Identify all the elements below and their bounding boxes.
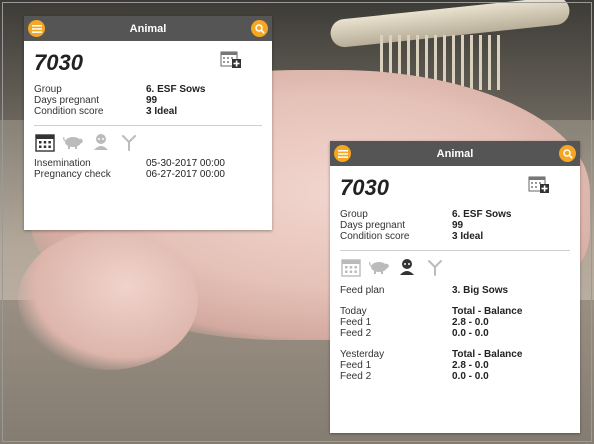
page-title: Animal: [436, 147, 474, 160]
event-date: 05-30-2017 00:00: [146, 158, 225, 169]
tab-bar: [340, 255, 570, 279]
feeding-value: 0.0 - 0.0: [452, 371, 489, 382]
feeding-value: Total - Balance: [452, 349, 523, 360]
pig-tab-icon: [369, 261, 389, 274]
search-button[interactable]: [251, 20, 268, 37]
branch-tab-icon: [428, 260, 442, 276]
feed-plan-value: 3. Big Sows: [452, 285, 509, 296]
calendar-tab-icon: [341, 259, 361, 277]
add-event-button[interactable]: [220, 49, 242, 74]
event-list: Insemination 05-30-2017 00:00 Pregnancy c…: [34, 158, 262, 180]
field-label: Group: [34, 84, 62, 95]
field-label: Condition score: [34, 106, 104, 117]
menu-button[interactable]: [334, 145, 351, 162]
pig-tab-icon: [63, 136, 83, 149]
feeder-tab-icon: [400, 259, 414, 275]
animal-fields: Group 6. ESF Sows Days pregnant 99 Conditi…: [34, 84, 262, 117]
app-topbar: Animal: [24, 16, 272, 41]
menu-icon: [31, 24, 42, 33]
page-title: Animal: [129, 22, 167, 35]
field-label: Days pregnant: [340, 220, 406, 231]
field-value: 3 Ideal: [452, 231, 484, 242]
field-label: Group: [340, 209, 368, 220]
tab-animal[interactable]: [62, 131, 84, 153]
feeding-value: 0.0 - 0.0: [452, 328, 489, 339]
feed-plan: Feed plan 3. Big Sows: [340, 285, 570, 296]
search-icon: [562, 148, 573, 159]
tab-bar: [34, 130, 262, 154]
feeding-label: Today: [340, 306, 367, 317]
event-date: 06-27-2017 00:00: [146, 169, 225, 180]
feeding-value: Total - Balance: [452, 306, 523, 317]
tab-calendar[interactable]: [340, 256, 362, 278]
feeding-label: Yesterday: [340, 349, 385, 360]
field-value: 6. ESF Sows: [146, 84, 206, 95]
app-topbar: Animal: [330, 141, 580, 166]
field-label: Days pregnant: [34, 95, 100, 106]
tab-animal[interactable]: [368, 256, 390, 278]
tab-feeder[interactable]: [396, 256, 418, 278]
field-value: 6. ESF Sows: [452, 209, 512, 220]
search-button[interactable]: [559, 145, 576, 162]
tab-pedigree[interactable]: [118, 131, 140, 153]
event-label: Insemination: [34, 158, 91, 169]
animal-fields: Group 6. ESF Sows Days pregnant 99 Conditi…: [340, 209, 570, 242]
feed-plan-label: Feed plan: [340, 285, 385, 296]
tab-pedigree[interactable]: [424, 256, 446, 278]
add-calendar-icon: [528, 176, 549, 193]
field-label: Condition score: [340, 231, 410, 242]
feeding-label: Feed 1: [340, 317, 372, 328]
feeding-value: 2.8 - 0.0: [452, 317, 489, 328]
search-icon: [254, 23, 265, 34]
feeding-yesterday: Yesterday Total - Balance Feed 1 2.8 - 0.0…: [340, 349, 570, 382]
menu-icon: [337, 149, 348, 158]
branch-tab-icon: [122, 135, 136, 151]
field-value: 99: [452, 220, 464, 231]
animal-card-feeding: Animal 7030 Group 6. ESF Sows Days pregna…: [330, 141, 580, 433]
event-label: Pregnancy check: [34, 169, 111, 180]
feeding-label: Feed 2: [340, 371, 372, 382]
field-value: 3 Ideal: [146, 106, 178, 117]
feeding-label: Feed 2: [340, 328, 372, 339]
feeding-today: Today Total - Balance Feed 1 2.8 - 0.0 Fee…: [340, 306, 570, 339]
tab-calendar[interactable]: [34, 131, 56, 153]
feeding-value: 2.8 - 0.0: [452, 360, 489, 371]
tab-feeder[interactable]: [90, 131, 112, 153]
feeder-tab-icon: [94, 134, 108, 150]
add-calendar-icon: [220, 51, 241, 68]
calendar-tab-icon: [35, 134, 55, 152]
menu-button[interactable]: [28, 20, 45, 37]
divider: [340, 250, 570, 251]
animal-card-events: Animal 7030 Group 6. ESF Sows Days pregna…: [24, 16, 272, 230]
feeding-label: Feed 1: [340, 360, 372, 371]
add-event-button[interactable]: [528, 174, 550, 199]
divider: [34, 125, 262, 126]
field-value: 99: [146, 95, 158, 106]
